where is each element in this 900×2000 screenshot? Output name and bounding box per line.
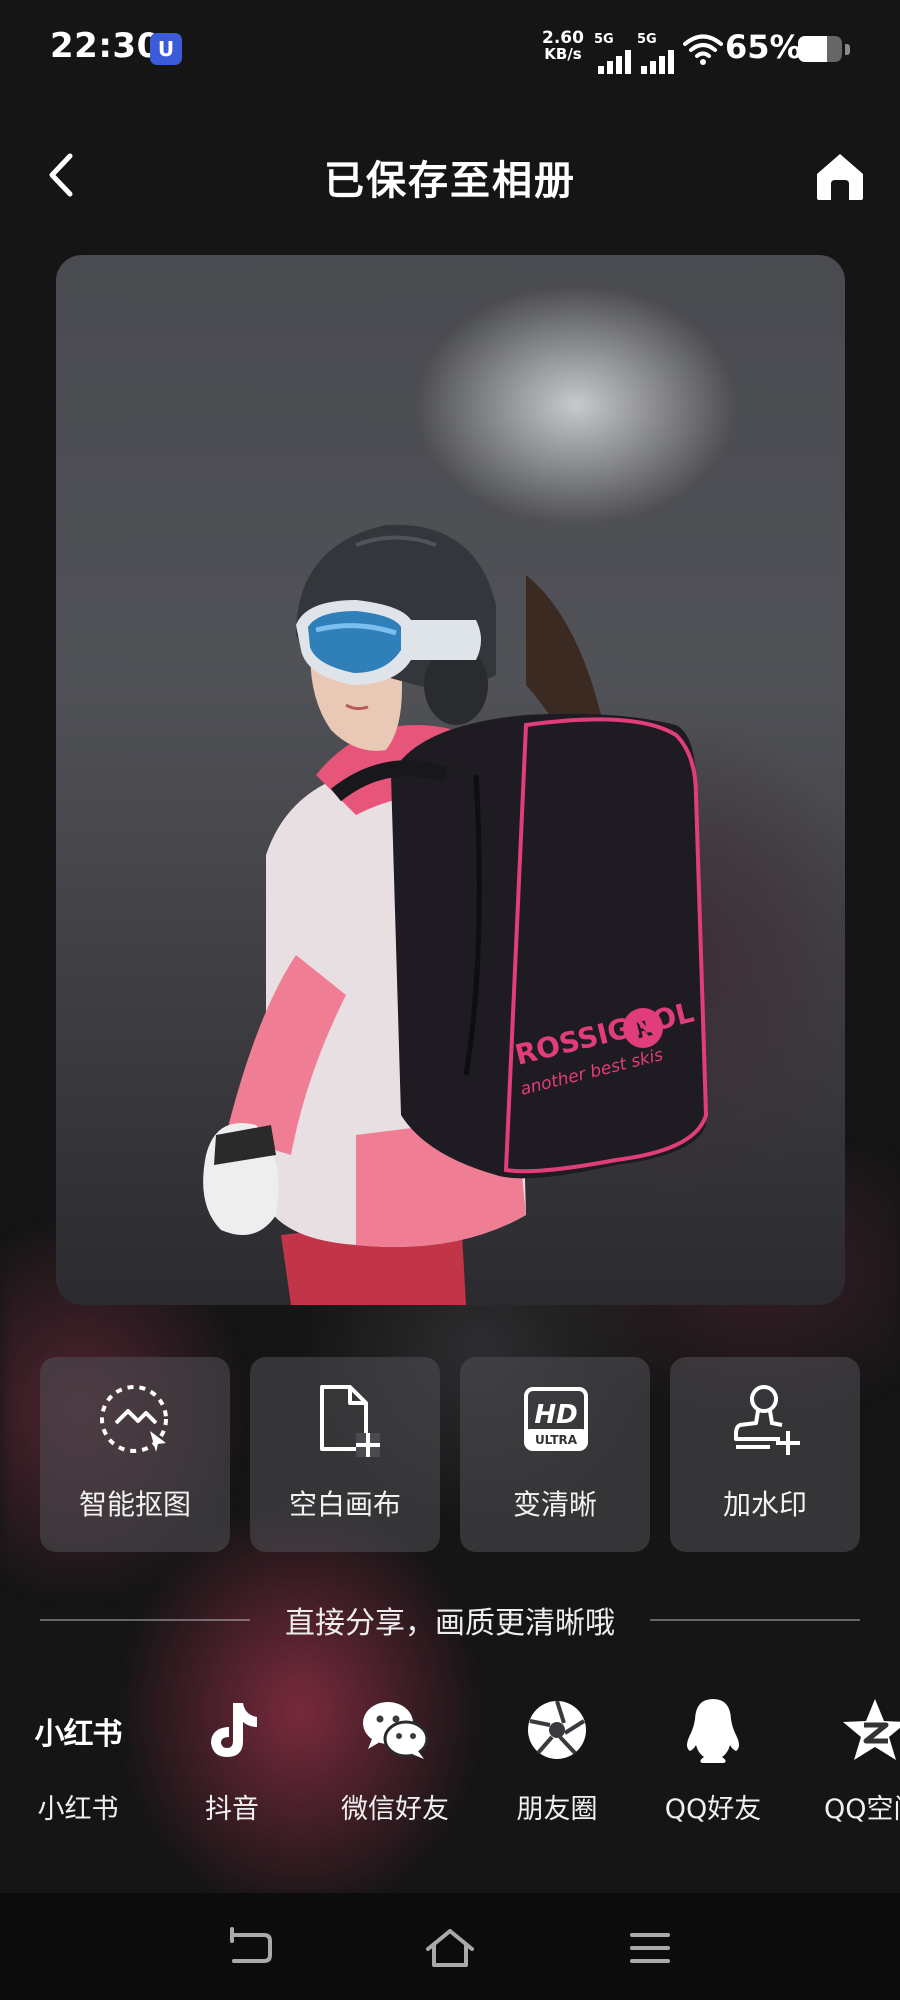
share-wechat-friend[interactable]: 微信好友 bbox=[320, 1695, 470, 1845]
tool-smart-cutout[interactable]: 智能抠图 bbox=[40, 1357, 230, 1552]
wechat-icon bbox=[363, 1702, 429, 1759]
network-speed: 2.60 KB/s bbox=[538, 28, 588, 63]
battery-percent: 65% bbox=[725, 28, 802, 66]
share-label: 小红书 bbox=[37, 1794, 119, 1825]
hd-text: HD bbox=[534, 1400, 577, 1430]
signal-bars-icon bbox=[598, 50, 631, 74]
share-moments[interactable]: 朋友圈 bbox=[482, 1695, 632, 1845]
moments-icon bbox=[528, 1700, 586, 1759]
sim1-label: 5G bbox=[594, 32, 614, 47]
qzone-icon bbox=[843, 1699, 900, 1760]
signal-bars-icon bbox=[641, 50, 674, 74]
tool-blank-canvas[interactable]: 空白画布 bbox=[250, 1357, 440, 1552]
divider-right bbox=[650, 1619, 860, 1621]
share-label: 微信好友 bbox=[341, 1794, 449, 1825]
share-qq-friend[interactable]: QQ好友 bbox=[638, 1695, 788, 1845]
share-label: QQ空间 bbox=[824, 1794, 900, 1825]
tool-enhance-clarity[interactable]: HD ULTRA 变清晰 bbox=[460, 1357, 650, 1552]
saved-photo[interactable]: R ROSSIGNOL another best skis bbox=[56, 255, 845, 1305]
battery-fill bbox=[798, 36, 827, 62]
share-xiaohongshu[interactable]: 小红书 小红书 bbox=[3, 1695, 153, 1845]
tool-add-watermark[interactable]: 加水印 bbox=[670, 1357, 860, 1552]
blank-canvas-icon bbox=[320, 1385, 380, 1457]
share-douyin[interactable]: 抖音 bbox=[157, 1695, 307, 1845]
tool-label: 空白画布 bbox=[288, 1488, 401, 1521]
xiaohongshu-icon: 小红书 bbox=[34, 1717, 123, 1752]
share-qzone[interactable]: QQ空间 bbox=[800, 1695, 900, 1845]
home-button[interactable] bbox=[812, 148, 868, 204]
share-label: 朋友圈 bbox=[516, 1794, 598, 1825]
app-notification-icon: U bbox=[150, 33, 182, 65]
status-bar: 22:30 U 2.60 KB/s 5G 5G 65% bbox=[0, 0, 900, 100]
douyin-icon bbox=[211, 1703, 257, 1757]
share-label: QQ好友 bbox=[664, 1794, 762, 1825]
ultra-text: ULTRA bbox=[535, 1433, 578, 1447]
system-navigation-bar bbox=[0, 1893, 900, 2000]
tool-label: 变清晰 bbox=[512, 1488, 597, 1521]
cellular-signal-1: 5G bbox=[594, 30, 636, 80]
home-icon bbox=[817, 154, 863, 200]
clock: 22:30 bbox=[50, 26, 161, 66]
page-title: 已保存至相册 bbox=[324, 158, 576, 204]
cellular-signal-2: 5G bbox=[637, 30, 679, 80]
tool-label: 智能抠图 bbox=[78, 1488, 191, 1521]
tool-label: 加水印 bbox=[722, 1488, 807, 1521]
wifi-icon bbox=[683, 34, 723, 65]
battery-tip bbox=[845, 44, 850, 55]
share-label: 抖音 bbox=[205, 1794, 259, 1825]
battery-icon bbox=[798, 36, 842, 62]
watermark-stamp-icon bbox=[734, 1385, 800, 1455]
network-speed-unit: KB/s bbox=[544, 45, 582, 63]
nav-home-icon[interactable] bbox=[420, 1923, 480, 1973]
nav-menu-icon[interactable] bbox=[620, 1923, 680, 1973]
network-speed-value: 2.60 bbox=[542, 28, 584, 48]
nav-back-icon[interactable] bbox=[220, 1923, 280, 1973]
smart-cutout-icon bbox=[100, 1385, 168, 1453]
sim2-label: 5G bbox=[637, 32, 657, 47]
hd-ultra-icon: HD ULTRA bbox=[524, 1387, 588, 1451]
photo-illustration: R ROSSIGNOL another best skis bbox=[203, 524, 709, 1305]
qq-icon bbox=[687, 1699, 739, 1763]
